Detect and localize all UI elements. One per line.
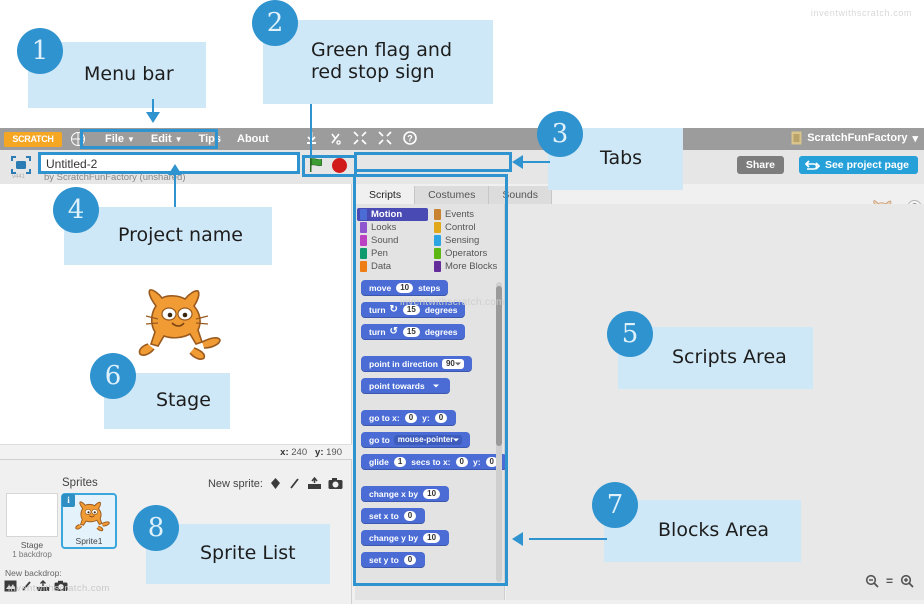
annotation-connector-3	[522, 161, 550, 163]
annotation-label-6: Stage	[156, 389, 211, 412]
highlight-tabs	[354, 152, 512, 172]
stage-thumb-sublabel: 1 backdrop	[12, 550, 52, 559]
sprite-list-item-sprite1[interactable]: i Sprite1	[61, 493, 117, 549]
version-label: v441	[12, 174, 26, 180]
annotation-circle-4: 4	[53, 187, 99, 233]
annotation-circle-5: 5	[607, 311, 653, 357]
annotation-number-3: 3	[551, 119, 569, 149]
annotation-circle-1: 1	[17, 28, 63, 74]
stage-coordinates: x: 240 y: 190	[0, 444, 352, 459]
annotation-connector-7	[529, 538, 607, 540]
choose-sprite-icon[interactable]	[269, 477, 282, 490]
annotation-circle-8: 8	[133, 505, 179, 551]
menu-tools: ?	[305, 131, 417, 145]
annotation-label-2: Green flag and red stop sign	[311, 39, 453, 83]
stage-y-value: 190	[326, 447, 342, 458]
annotation-box-2: Green flag and red stop sign	[263, 20, 493, 104]
annotation-label-8: Sprite List	[200, 542, 296, 565]
paint-sprite-icon[interactable]	[288, 477, 301, 490]
annotation-arrow-7	[512, 532, 523, 546]
screenshot-root: inventwithscratch.com SCRATCH File ▼ Edit…	[0, 0, 924, 604]
sprite-thumbnail-cat	[75, 501, 110, 532]
annotation-number-8: 8	[147, 513, 165, 543]
watermark-bottom: inventwithscratch.com	[8, 583, 110, 594]
account-name: ScratchFunFactory	[807, 132, 908, 144]
annotation-connector-2	[310, 104, 312, 156]
share-button[interactable]: Share	[736, 156, 784, 174]
zoom-controls: =	[865, 574, 914, 588]
account-menu[interactable]: ScratchFunFactory ▾	[791, 131, 918, 145]
cut-icon[interactable]	[329, 131, 342, 145]
menu-item-about[interactable]: About	[229, 130, 277, 148]
annotation-circle-7: 7	[592, 482, 638, 528]
annotation-number-4: 4	[67, 195, 85, 225]
stage-selector[interactable]: Stage 1 backdrop	[6, 493, 58, 559]
annotation-label-4: Project name	[118, 224, 243, 247]
zoom-out-icon[interactable]	[865, 574, 879, 588]
highlight-blocks-area	[353, 174, 508, 586]
annotation-number-2: 2	[266, 8, 284, 38]
upload-sprite-icon[interactable]	[307, 477, 322, 490]
new-backdrop-label: New backdrop:	[5, 568, 62, 578]
camera-sprite-icon[interactable]	[328, 477, 343, 490]
stage-y-label: y:	[315, 447, 324, 458]
watermark-top: inventwithscratch.com	[810, 8, 912, 18]
new-sprite-toolbar: New sprite:	[208, 477, 343, 490]
stage-x-label: x:	[280, 447, 289, 458]
annotation-number-1: 1	[31, 36, 49, 66]
block-help-icon[interactable]: ?	[403, 131, 417, 145]
highlight-run-controls	[302, 155, 357, 177]
stage-x-value: 240	[291, 447, 308, 458]
sprites-header: Sprites	[62, 477, 98, 489]
new-sprite-label: New sprite:	[207, 477, 263, 490]
stage-thumb-label: Stage	[20, 540, 44, 550]
stage-thumbnail[interactable]	[6, 493, 58, 537]
annotation-arrow-3	[512, 155, 523, 169]
annotation-label-1: Menu bar	[84, 63, 174, 86]
annotation-label-3: Tabs	[600, 147, 643, 170]
see-project-page-button[interactable]: See project page	[798, 156, 918, 174]
annotation-circle-3: 3	[537, 111, 583, 157]
zoom-in-icon[interactable]	[900, 574, 914, 588]
highlight-scripts-area	[505, 172, 685, 287]
annotation-circle-2: 2	[252, 0, 298, 46]
annotation-number-5: 5	[621, 319, 639, 349]
scratch-cat-sprite[interactable]	[128, 288, 224, 374]
annotation-label-5: Scripts Area	[672, 346, 787, 369]
fullscreen-icon	[11, 156, 31, 174]
annotation-number-7: 7	[606, 490, 624, 520]
annotation-circle-6: 6	[90, 353, 136, 399]
presentation-mode-button[interactable]	[6, 154, 36, 176]
annotation-label-7: Blocks Area	[658, 519, 770, 542]
account-avatar-icon	[791, 131, 802, 145]
zoom-reset-icon[interactable]: =	[886, 574, 893, 588]
see-project-page-label: See project page	[824, 159, 909, 171]
scratch-logo[interactable]: SCRATCH	[4, 131, 62, 147]
chevron-down-icon: ▾	[912, 132, 918, 145]
annotation-arrow-1	[146, 112, 160, 123]
highlight-project-name	[38, 152, 300, 174]
highlight-menu-bar	[80, 129, 218, 149]
shrink-icon[interactable]	[378, 131, 392, 145]
grow-icon[interactable]	[353, 131, 367, 145]
annotation-connector-4	[174, 174, 176, 207]
sprite-name-label: Sprite1	[75, 536, 103, 546]
svg-text:?: ?	[407, 134, 413, 144]
annotation-number-6: 6	[104, 361, 122, 391]
project-page-icon	[804, 160, 820, 170]
